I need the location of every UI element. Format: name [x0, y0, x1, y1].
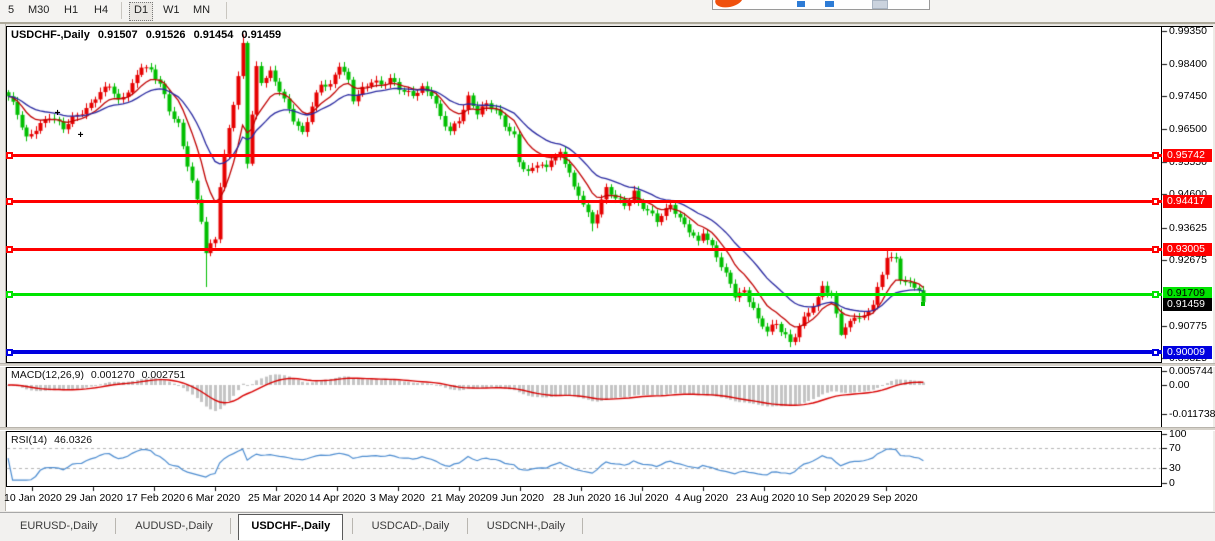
chart-tab-usdchf[interactable]: USDCHF-,Daily	[238, 514, 343, 540]
time-tick-label: 9 Jun 2020	[492, 492, 544, 504]
price-level-badge: 0.94417	[1163, 195, 1212, 208]
time-tick-label: 14 Apr 2020	[309, 492, 366, 504]
chart-tab-eurusd[interactable]: EURUSD-,Daily	[8, 515, 110, 538]
line-handle-left[interactable]	[6, 246, 13, 253]
line-handle-left[interactable]	[6, 152, 13, 159]
plus-marker[interactable]: +	[78, 132, 84, 139]
macd-label: MACD(12,26,9) 0.001270 0.002751	[11, 369, 189, 381]
time-tick-label: 25 Mar 2020	[248, 492, 307, 504]
line-handle-right[interactable]	[1152, 291, 1159, 298]
tab-separator	[582, 518, 583, 534]
tab-separator	[467, 518, 468, 534]
price-tick-label: 0.93625	[1169, 222, 1207, 234]
rsi-current-value: 46.0326	[54, 434, 92, 446]
price-tick-label: 0.98400	[1169, 58, 1207, 70]
quote-high: 0.91526	[146, 29, 186, 41]
price-tick-label: 0.96500	[1169, 123, 1207, 135]
chart-tab-usdcnh[interactable]: USDCNH-,Daily	[475, 515, 577, 538]
time-tick-label: 23 Aug 2020	[736, 492, 795, 504]
rsi-label: RSI(14) 46.0326	[11, 434, 96, 446]
price-tick-label: 0.92675	[1169, 254, 1207, 266]
time-tick-label: 10 Jan 2020	[4, 492, 62, 504]
time-tick-label: 29 Sep 2020	[858, 492, 918, 504]
plus-marker[interactable]: +	[55, 110, 61, 117]
line-handle-right[interactable]	[1152, 198, 1159, 205]
line-handle-left[interactable]	[6, 291, 13, 298]
rsi-tick-label: 100	[1169, 428, 1187, 440]
line-handle-right[interactable]	[1152, 349, 1159, 356]
trading-terminal-window: 5M30H1H4D1W1MN USDCHF-,Daily 0.91507 0.9…	[0, 0, 1215, 541]
rsi-name: RSI(14)	[11, 434, 47, 446]
time-tick-label: 10 Sep 2020	[797, 492, 857, 504]
quote-low: 0.91454	[194, 29, 234, 41]
time-tick-label: 17 Feb 2020	[126, 492, 185, 504]
current-price-badge: 0.91459	[1163, 298, 1212, 311]
macd-tick-label: 0.00	[1169, 379, 1189, 391]
chart-tab-audusd[interactable]: AUDUSD-,Daily	[123, 515, 225, 538]
rsi-tick-label: 0	[1169, 477, 1175, 489]
time-tick-label: 4 Aug 2020	[675, 492, 728, 504]
time-tick-label: 3 May 2020	[370, 492, 425, 504]
line-handle-left[interactable]	[6, 349, 13, 356]
line-handle-left[interactable]	[6, 198, 13, 205]
time-tick-label: 28 Jun 2020	[553, 492, 611, 504]
rsi-tick-label: 70	[1169, 442, 1181, 454]
candlestick-plot[interactable]	[0, 0, 1215, 541]
price-tick-label: 0.99350	[1169, 25, 1207, 37]
time-tick-label: 21 May 2020	[431, 492, 492, 504]
chart-symbol-label: USDCHF-,Daily	[11, 29, 90, 41]
macd-tick-label: 0.005744	[1169, 365, 1213, 377]
quote-open: 0.91507	[98, 29, 138, 41]
horizontal-level-line-0.95742[interactable]	[6, 154, 1162, 157]
quote-close: 0.91459	[241, 29, 281, 41]
price-level-badge: 0.95742	[1163, 149, 1212, 162]
tab-separator	[352, 518, 353, 534]
horizontal-level-line-0.90009[interactable]	[6, 350, 1162, 354]
line-handle-right[interactable]	[1152, 246, 1159, 253]
horizontal-level-line-0.93005[interactable]	[6, 248, 1162, 251]
tab-separator	[115, 518, 116, 534]
arrow-dot-marker[interactable]	[921, 302, 925, 306]
chart-tab-usdcad[interactable]: USDCAD-,Daily	[360, 515, 462, 538]
tab-separator	[230, 518, 231, 534]
horizontal-level-line-0.91709[interactable]	[6, 293, 1162, 296]
price-tick-label: 0.97450	[1169, 90, 1207, 102]
price-level-badge: 0.90009	[1163, 346, 1212, 359]
price-tick-label: 0.90775	[1169, 320, 1207, 332]
horizontal-level-line-0.94417[interactable]	[6, 200, 1162, 203]
macd-signal-value: 0.002751	[142, 369, 186, 381]
chart-tab-bar: EURUSD-,Daily AUDUSD-,Daily USDCHF-,Daily U…	[0, 512, 1215, 541]
line-handle-right[interactable]	[1152, 152, 1159, 159]
time-tick-label: 16 Jul 2020	[614, 492, 668, 504]
macd-main-value: 0.001270	[91, 369, 135, 381]
time-tick-label: 29 Jan 2020	[65, 492, 123, 504]
price-level-badge: 0.93005	[1163, 243, 1212, 256]
time-tick-label: 6 Mar 2020	[187, 492, 240, 504]
macd-tick-label: -0.011738	[1169, 408, 1215, 420]
chart-title: USDCHF-,Daily 0.91507 0.91526 0.91454 0.…	[11, 29, 286, 41]
macd-name: MACD(12,26,9)	[11, 369, 84, 381]
rsi-tick-label: 30	[1169, 462, 1181, 474]
